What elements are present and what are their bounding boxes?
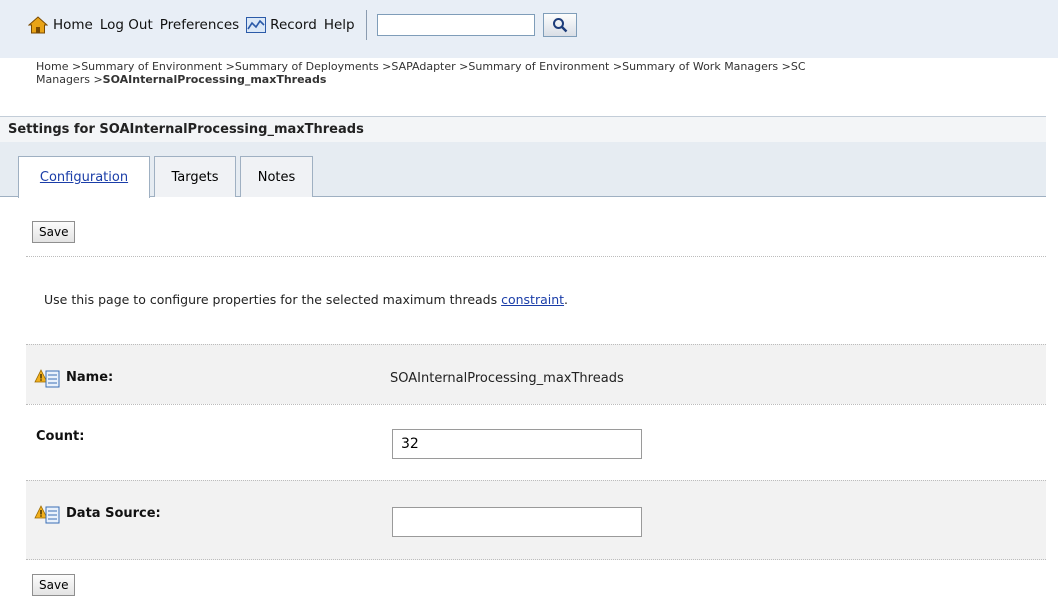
field-info-icon bbox=[34, 369, 60, 388]
search-icon bbox=[552, 18, 567, 33]
save-button-top[interactable]: Save bbox=[32, 221, 76, 243]
preferences-label: Preferences bbox=[159, 17, 240, 33]
tab-notes[interactable]: Notes bbox=[240, 156, 313, 197]
toolbar-links: Home Log Out Preferences Record Help bbox=[28, 10, 577, 40]
intro-body: Use this page to configure properties fo… bbox=[44, 292, 502, 307]
count-input[interactable] bbox=[392, 429, 642, 459]
name-value: SOAInternalProcessing_maxThreads bbox=[390, 371, 624, 386]
tab-configuration[interactable]: Configuration bbox=[18, 156, 150, 198]
datasource-row: Data Source: bbox=[26, 480, 1046, 560]
breadcrumb-line1[interactable]: Home >Summary of Environment >Summary of… bbox=[36, 60, 1058, 73]
count-row: Count: bbox=[26, 404, 1046, 480]
record-icon bbox=[246, 17, 267, 33]
datasource-label: Data Source: bbox=[66, 506, 161, 521]
field-info-icon bbox=[34, 505, 60, 524]
help-link[interactable]: Help bbox=[324, 17, 355, 33]
intro-end: . bbox=[564, 292, 569, 307]
search-input[interactable] bbox=[376, 14, 535, 36]
save-button-bottom[interactable]: Save bbox=[32, 574, 76, 596]
constraint-link[interactable]: constraint bbox=[501, 292, 564, 307]
breadcrumb-prefix[interactable]: Managers > bbox=[36, 73, 103, 86]
datasource-input[interactable] bbox=[392, 507, 642, 537]
home-icon bbox=[28, 16, 48, 34]
record-link[interactable]: Record bbox=[246, 17, 317, 33]
help-label: Help bbox=[323, 17, 355, 33]
home-link[interactable]: Home bbox=[28, 16, 93, 34]
name-row: Name: SOAInternalProcessing_maxThreads bbox=[26, 344, 1046, 404]
intro-text: Use this page to configure properties fo… bbox=[44, 292, 568, 307]
preferences-link[interactable]: Preferences bbox=[160, 17, 239, 33]
logout-link[interactable]: Log Out bbox=[100, 17, 153, 33]
logout-label: Log Out bbox=[99, 17, 153, 33]
toolbar-divider bbox=[365, 10, 367, 40]
breadcrumb: Home >Summary of Environment >Summary of… bbox=[36, 60, 1058, 86]
tab-targets[interactable]: Targets bbox=[154, 156, 236, 197]
breadcrumb-current: SOAInternalProcessing_maxThreads bbox=[102, 73, 327, 86]
count-label: Count: bbox=[36, 429, 85, 444]
breadcrumb-line2: Managers >SOAInternalProcessing_maxThrea… bbox=[36, 73, 1058, 86]
record-label: Record bbox=[270, 17, 317, 33]
home-label: Home bbox=[53, 17, 93, 33]
divider bbox=[26, 256, 1046, 257]
name-label: Name: bbox=[66, 370, 114, 385]
tab-bar: Configuration Targets Notes bbox=[0, 142, 1046, 198]
top-toolbar: Home Log Out Preferences Record Help Hom… bbox=[0, 0, 1058, 86]
page-title: Settings for SOAInternalProcessing_maxTh… bbox=[8, 122, 364, 137]
search-button[interactable] bbox=[542, 13, 577, 37]
settings-header: Settings for SOAInternalProcessing_maxTh… bbox=[0, 116, 1046, 142]
